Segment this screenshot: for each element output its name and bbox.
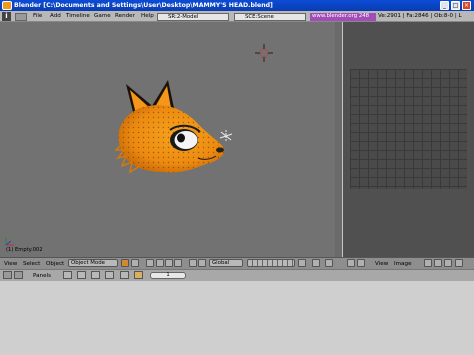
buttons-window[interactable] [0,281,474,355]
menu-render[interactable]: Render [115,11,135,22]
blender-window: Blender [C:\Documents and Settings\User\… [0,0,474,355]
maximize-button[interactable]: □ [451,1,460,10]
buttons-editor-type-icon[interactable] [3,271,12,279]
manipulator-icon[interactable] [146,259,154,267]
scene-stats: Ve:2901 | Fa:2846 | Ob:8-0 | L [378,13,462,19]
3d-cursor-icon [255,44,273,62]
scale-icon[interactable] [174,259,182,267]
logic-context-icon[interactable] [63,271,72,279]
window-title: Blender [C:\Documents and Settings\User\… [14,2,273,9]
frame-number: 1 [166,272,170,278]
mode-selector[interactable]: Object Mode [68,259,118,267]
editing-context-icon[interactable] [120,271,129,279]
image-browse-icon[interactable] [424,259,432,267]
image-editor-grid [350,69,467,189]
object-context-icon[interactable] [105,271,114,279]
active-object-label: (1) Empty.002 [6,247,43,253]
axis-widget-icon [5,237,14,246]
collapse-menu-icon[interactable] [15,13,27,21]
collapse-header-icon[interactable] [357,259,365,267]
render-preview-icon[interactable] [312,259,320,267]
viewport-divider[interactable] [335,22,342,257]
blender-logo-icon [2,1,12,10]
pivot-icon[interactable] [131,259,139,267]
proportional-icon[interactable] [198,259,206,267]
editor-type-icon[interactable] [347,259,355,267]
pin-icon[interactable] [434,259,442,267]
menu-game[interactable]: Game [94,11,111,22]
lock-layers-icon[interactable] [298,259,306,267]
menu-timeline[interactable]: Timeline [66,11,90,22]
buttons-collapse-icon[interactable] [14,271,23,279]
menu-file[interactable]: File [33,11,42,22]
lock-icon[interactable] [444,259,452,267]
translate-icon[interactable] [156,259,164,267]
blender-url: www.blender.org 248 [310,13,376,21]
layer-buttons[interactable] [247,259,295,267]
menu-add[interactable]: Add [50,11,61,22]
screen-selector[interactable]: SR:2-Model [157,13,229,21]
title-bar: Blender [C:\Documents and Settings\User\… [0,0,474,11]
draw-type-icon[interactable] [121,259,129,267]
scene-context-icon[interactable] [134,271,143,279]
menu-help[interactable]: Help [141,11,154,22]
close-button[interactable]: × [462,1,471,10]
empty-object-icon[interactable] [218,128,234,144]
shading-context-icon[interactable] [91,271,100,279]
scene-selector[interactable]: SCE:Scene [234,13,306,21]
zoom-icon[interactable] [455,259,463,267]
minimize-button[interactable]: _ [440,1,449,10]
snap-icon[interactable] [189,259,197,267]
info-icon[interactable]: i [2,12,11,21]
orientation-selector[interactable]: Global [209,259,243,267]
rotate-icon[interactable] [165,259,173,267]
ogl-render-icon[interactable] [325,259,333,267]
frame-number-field[interactable]: 1 [150,272,186,279]
script-context-icon[interactable] [77,271,86,279]
